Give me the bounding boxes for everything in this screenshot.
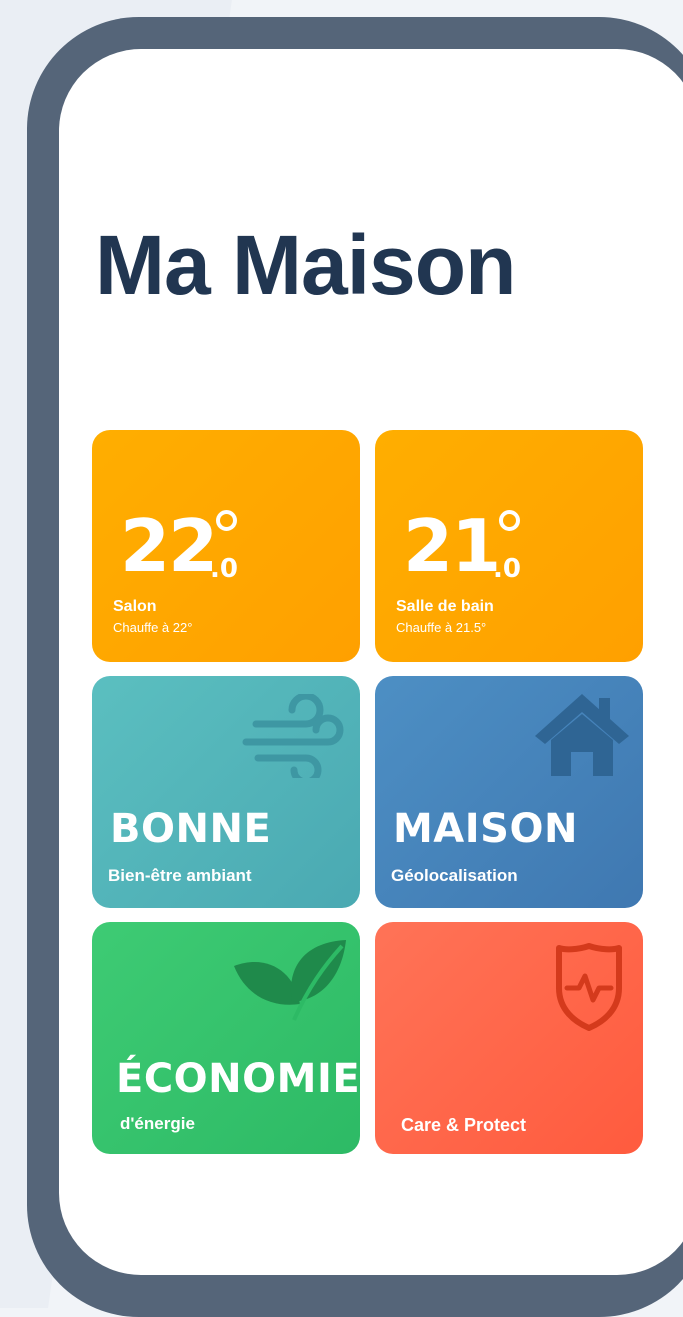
salon-name: Salon bbox=[113, 598, 157, 615]
geolocation-tile[interactable]: MAISON Géolocalisation bbox=[375, 676, 643, 908]
energy-savings-title: ÉCONOMIES bbox=[116, 1056, 360, 1102]
degree-icon bbox=[499, 510, 520, 531]
house-icon bbox=[535, 694, 629, 776]
leaf-icon bbox=[234, 940, 346, 1021]
air-quality-tile[interactable]: BONNE Bien-être ambiant bbox=[92, 676, 360, 908]
energy-savings-subtitle: d'énergie bbox=[120, 1114, 195, 1133]
phone-screen: Ma Maison 22 .0 Salon Chauffe à 22° 21 .… bbox=[59, 49, 683, 1275]
presence-mode-value: MAISON bbox=[393, 806, 578, 852]
care-protect-label: Care & Protect bbox=[401, 1115, 527, 1135]
air-quality-value: BONNE bbox=[110, 806, 272, 852]
care-protect-tile[interactable]: Care & Protect bbox=[375, 922, 643, 1154]
bathroom-temp-decimal: .0 bbox=[493, 554, 521, 584]
bathroom-thermostat-tile[interactable]: 21 .0 Salle de bain Chauffe à 21.5° bbox=[375, 430, 643, 662]
wind-icon bbox=[242, 694, 344, 778]
salon-status: Chauffe à 22° bbox=[113, 620, 193, 635]
energy-savings-tile[interactable]: ÉCONOMIES d'énergie bbox=[92, 922, 360, 1154]
salon-temp-integer: 22 bbox=[120, 504, 218, 588]
salon-temp-decimal: .0 bbox=[210, 554, 238, 584]
shield-heartbeat-icon bbox=[556, 943, 622, 1031]
degree-icon bbox=[216, 510, 237, 531]
bathroom-name: Salle de bain bbox=[396, 598, 494, 615]
page-title: Ma Maison bbox=[95, 218, 516, 312]
bathroom-status: Chauffe à 21.5° bbox=[396, 620, 487, 635]
geolocation-label: Géolocalisation bbox=[391, 866, 518, 885]
salon-thermostat-tile[interactable]: 22 .0 Salon Chauffe à 22° bbox=[92, 430, 360, 662]
bathroom-temp-integer: 21 bbox=[403, 504, 501, 588]
bathroom-temperature: 21 .0 bbox=[403, 510, 521, 590]
air-quality-label: Bien-être ambiant bbox=[108, 866, 252, 885]
salon-temperature: 22 .0 bbox=[120, 510, 238, 590]
